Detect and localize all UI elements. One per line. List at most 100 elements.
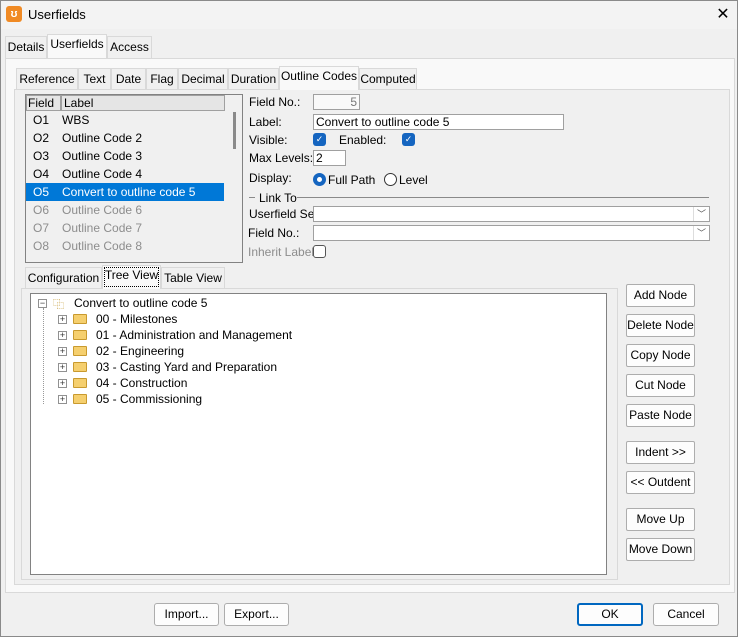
- tree-node[interactable]: +05 - Commissioning: [31, 391, 431, 407]
- tree-node[interactable]: +00 - Milestones: [31, 311, 431, 327]
- field-label: Outline Code 4: [62, 167, 143, 181]
- field-no-input[interactable]: 5: [313, 94, 360, 110]
- list-item[interactable]: O4 Outline Code 4: [26, 165, 224, 183]
- app-logo-icon: ʊ: [6, 6, 22, 22]
- tab-configuration[interactable]: Configuration: [25, 267, 102, 289]
- userfield-set-select[interactable]: ﹀: [313, 206, 710, 222]
- expand-icon[interactable]: +: [58, 363, 67, 372]
- move-down-button[interactable]: Move Down: [626, 538, 695, 561]
- add-node-button[interactable]: Add Node: [626, 284, 695, 307]
- field-id: O4: [33, 167, 50, 181]
- window-title: Userfields: [28, 7, 86, 22]
- tab-details[interactable]: Details: [5, 36, 47, 58]
- list-item-selected[interactable]: O5 Convert to outline code 5: [26, 183, 224, 201]
- tree-node[interactable]: +02 - Engineering: [31, 343, 431, 359]
- expand-icon[interactable]: +: [58, 347, 67, 356]
- max-levels-label: Max Levels:: [249, 151, 314, 165]
- field-label: Outline Code 3: [62, 149, 143, 163]
- cancel-button[interactable]: Cancel: [653, 603, 719, 626]
- outdent-button[interactable]: << Outdent: [626, 471, 695, 494]
- field-id: O1: [33, 113, 50, 127]
- level-label: Level: [399, 173, 428, 187]
- tab-outline-codes[interactable]: Outline Codes: [279, 66, 359, 90]
- tree-node-label: 03 - Casting Yard and Preparation: [96, 360, 278, 374]
- list-item[interactable]: O7 Outline Code 7: [26, 219, 224, 237]
- tab-userfields[interactable]: Userfields: [47, 34, 107, 58]
- inherit-label-checkbox[interactable]: [313, 245, 326, 258]
- tab-computed[interactable]: Computed: [359, 68, 417, 90]
- column-header-field[interactable]: Field: [26, 95, 61, 111]
- tab-decimal[interactable]: Decimal: [178, 68, 228, 90]
- expand-icon[interactable]: +: [58, 331, 67, 340]
- divider: [249, 197, 255, 198]
- field-id: O8: [33, 239, 50, 253]
- tree-node-label: 04 - Construction: [96, 376, 188, 390]
- copy-node-button[interactable]: Copy Node: [626, 344, 695, 367]
- chevron-down-icon[interactable]: ﹀: [693, 226, 709, 240]
- chevron-down-icon[interactable]: ﹀: [693, 207, 709, 221]
- export-button[interactable]: Export...: [224, 603, 289, 626]
- full-path-radio[interactable]: [313, 173, 326, 186]
- expand-icon[interactable]: +: [58, 315, 67, 324]
- label-input[interactable]: Convert to outline code 5: [313, 114, 564, 130]
- column-header-label[interactable]: Label: [61, 95, 225, 111]
- ok-button[interactable]: OK: [577, 603, 643, 626]
- field-id: O3: [33, 149, 50, 163]
- outline-tree[interactable]: − ⿻ Convert to outline code 5 +00 - Mile…: [30, 293, 607, 575]
- visible-checkbox[interactable]: ✓: [313, 133, 326, 146]
- visible-label: Visible:: [249, 133, 288, 147]
- full-path-label: Full Path: [328, 173, 376, 187]
- enabled-label: Enabled:: [339, 133, 387, 147]
- tab-text[interactable]: Text: [78, 68, 111, 90]
- folder-icon: [73, 378, 87, 388]
- tab-tree-view[interactable]: Tree View: [102, 265, 161, 289]
- move-up-button[interactable]: Move Up: [626, 508, 695, 531]
- outline-code-list[interactable]: Field Label O1 WBS O2 Outline Code 2 O3 Out…: [25, 94, 243, 263]
- tab-date[interactable]: Date: [111, 68, 146, 90]
- cut-node-button[interactable]: Cut Node: [626, 374, 695, 397]
- close-button[interactable]: ✕: [713, 4, 733, 24]
- tab-flag[interactable]: Flag: [146, 68, 178, 90]
- label-label: Label:: [249, 115, 282, 129]
- tab-access[interactable]: Access: [107, 36, 152, 58]
- list-item[interactable]: O3 Outline Code 3: [26, 147, 224, 165]
- paste-node-button[interactable]: Paste Node: [626, 404, 695, 427]
- tab-reference[interactable]: Reference: [16, 68, 78, 90]
- delete-node-button[interactable]: Delete Node: [626, 314, 695, 337]
- link-field-no-label: Field No.:: [248, 226, 300, 240]
- list-item[interactable]: O8 Outline Code 8: [26, 237, 224, 255]
- list-scrollbar[interactable]: [233, 112, 236, 149]
- folder-icon: [73, 346, 87, 356]
- divider: [297, 197, 709, 198]
- link-to-heading: Link To: [259, 191, 297, 205]
- tab-duration[interactable]: Duration: [228, 68, 279, 90]
- collapse-icon[interactable]: −: [38, 299, 47, 308]
- list-item[interactable]: O6 Outline Code 6: [26, 201, 224, 219]
- expand-icon[interactable]: +: [58, 379, 67, 388]
- tree-root[interactable]: − ⿻ Convert to outline code 5: [31, 295, 431, 311]
- tree-node-label: 01 - Administration and Management: [96, 328, 293, 342]
- tab-table-view[interactable]: Table View: [161, 267, 225, 289]
- list-item[interactable]: O1 WBS: [26, 111, 224, 129]
- import-button[interactable]: Import...: [154, 603, 219, 626]
- max-levels-input[interactable]: 2: [313, 150, 346, 166]
- tree-node[interactable]: +04 - Construction: [31, 375, 431, 391]
- tree-node-label: 02 - Engineering: [96, 344, 185, 358]
- tree-node[interactable]: +03 - Casting Yard and Preparation: [31, 359, 431, 375]
- field-id: O7: [33, 221, 50, 235]
- enabled-checkbox[interactable]: ✓: [402, 133, 415, 146]
- display-label: Display:: [249, 171, 292, 185]
- tree-node-label: 00 - Milestones: [96, 312, 178, 326]
- expand-icon[interactable]: +: [58, 395, 67, 404]
- level-radio[interactable]: [384, 173, 397, 186]
- field-label: WBS: [62, 113, 90, 127]
- indent-button[interactable]: Indent >>: [626, 441, 695, 464]
- link-field-no-select[interactable]: ﹀: [313, 225, 710, 241]
- folder-icon: [73, 362, 87, 372]
- folder-icon: [73, 394, 87, 404]
- tree-node[interactable]: +01 - Administration and Management: [31, 327, 431, 343]
- list-item[interactable]: O2 Outline Code 2: [26, 129, 224, 147]
- field-label: Outline Code 7: [62, 221, 143, 235]
- folder-icon: [73, 330, 87, 340]
- title-bar: ʊ Userfields ✕: [1, 1, 737, 29]
